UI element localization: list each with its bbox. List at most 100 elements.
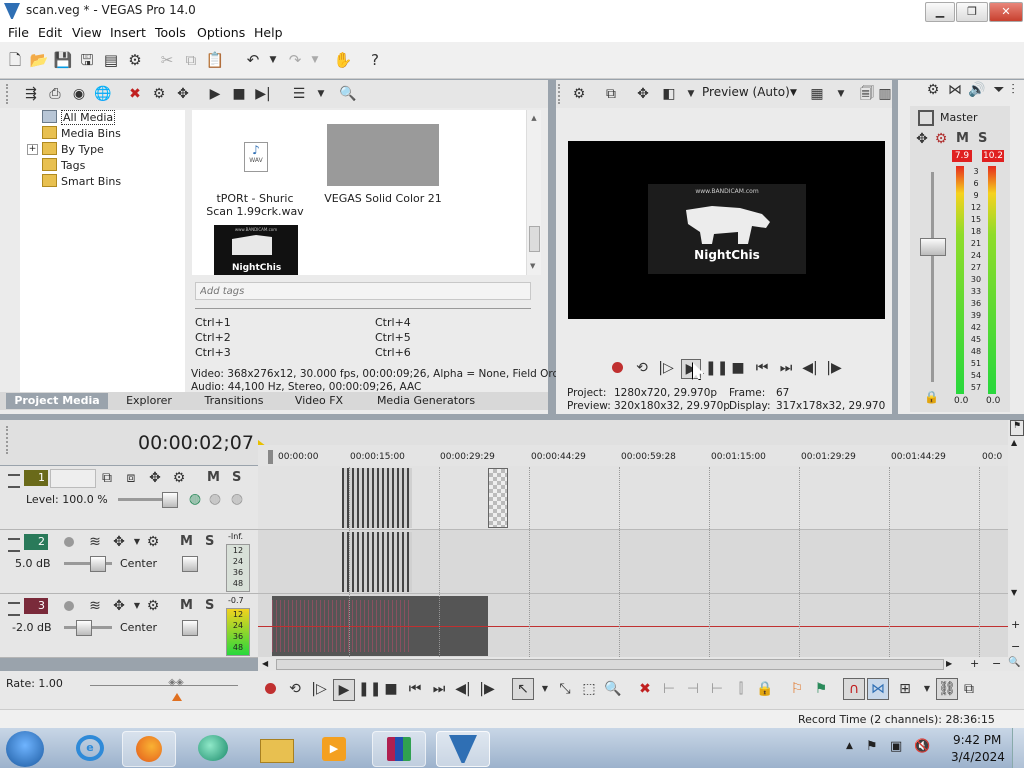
media-scrollbar[interactable]: ▲ ▼ bbox=[526, 110, 541, 275]
overlays-grid-icon[interactable]: ▦ bbox=[808, 85, 826, 103]
edit-tool-dropdown-icon[interactable]: ▼ bbox=[536, 680, 554, 698]
video-fx-icon[interactable]: ✥ bbox=[634, 85, 652, 103]
track-solo-button[interactable]: S bbox=[205, 598, 214, 613]
lock-icon[interactable]: 🔒 bbox=[924, 390, 939, 404]
search-icon[interactable]: 🔍 bbox=[339, 85, 357, 103]
panel-grip[interactable] bbox=[6, 84, 12, 104]
scroll-down-icon[interactable]: ▼ bbox=[1011, 588, 1017, 597]
hzoom-in-icon[interactable]: + bbox=[970, 657, 979, 670]
ripple-edit-icon[interactable]: ⊞ bbox=[896, 680, 914, 698]
close-button[interactable]: ✕ bbox=[989, 2, 1023, 22]
views-icon[interactable]: ☰ bbox=[290, 85, 308, 103]
zoom-tool-icon[interactable]: 🔍 bbox=[604, 680, 622, 698]
level-slider-handle[interactable] bbox=[162, 492, 178, 508]
import-media-icon[interactable]: ⇶ bbox=[22, 85, 40, 103]
start-button[interactable] bbox=[6, 731, 44, 767]
panel-grip[interactable] bbox=[6, 426, 12, 454]
solid-color-clip[interactable] bbox=[488, 468, 508, 528]
capture-video-icon[interactable]: ⎙ bbox=[46, 85, 64, 103]
arm-record-icon[interactable] bbox=[64, 537, 74, 547]
track-gear-icon[interactable]: ⚙ bbox=[144, 533, 162, 551]
downmix-icon[interactable]: ⋈ bbox=[946, 81, 964, 99]
file-explorer-icon[interactable] bbox=[250, 731, 302, 765]
pause-icon[interactable]: ❚❚ bbox=[358, 680, 381, 698]
menu-help[interactable]: Help bbox=[254, 25, 283, 40]
stop-icon[interactable]: ■ bbox=[230, 85, 248, 103]
open-icon[interactable]: 📂 bbox=[29, 50, 49, 70]
snapping-magnet-icon[interactable]: ∩ bbox=[843, 678, 865, 700]
next-frame-icon[interactable]: |▶ bbox=[825, 359, 843, 377]
ripple-dropdown-icon[interactable]: ▼ bbox=[918, 680, 936, 698]
chat-app-icon[interactable] bbox=[186, 731, 238, 765]
track-name-field[interactable] bbox=[50, 469, 96, 488]
menu-edit[interactable]: Edit bbox=[38, 25, 62, 40]
loop-icon[interactable]: ⟲ bbox=[286, 680, 304, 698]
vegas-pro-taskbar-icon[interactable] bbox=[436, 731, 490, 767]
play-icon[interactable]: ▶ bbox=[333, 679, 355, 701]
track-fx-icon[interactable]: ✥ bbox=[146, 469, 164, 487]
master-fader-handle[interactable] bbox=[920, 238, 946, 256]
track-motion-icon[interactable]: ⧉ bbox=[98, 469, 116, 487]
pan-slider-handle[interactable] bbox=[182, 620, 198, 636]
lock-envelopes-icon[interactable]: ⛓ bbox=[936, 678, 958, 700]
composite-mode-icon[interactable]: ◍ bbox=[186, 490, 204, 508]
cursor-marker[interactable] bbox=[268, 450, 273, 464]
minimize-button[interactable]: ▁ bbox=[925, 2, 955, 22]
tab-project-media[interactable]: Project Media bbox=[6, 393, 108, 409]
track-fx-icon[interactable]: ✥ bbox=[110, 597, 128, 615]
tree-expand-icon[interactable]: + bbox=[27, 144, 38, 155]
video-clip[interactable] bbox=[342, 468, 412, 528]
copy-snapshot-icon[interactable]: 🗐 bbox=[858, 85, 876, 103]
tag-shortcut[interactable]: Ctrl+1 bbox=[195, 316, 231, 329]
media-item-wav[interactable]: ♪ WAV tPORt - Shuric Scan 1.99crk.wav bbox=[202, 138, 308, 218]
copy-icon[interactable]: ⧉ bbox=[181, 50, 201, 70]
selection-tool-icon[interactable]: ⬚ bbox=[580, 680, 598, 698]
go-to-end-icon[interactable]: ⏭ bbox=[430, 680, 448, 698]
auto-preview-icon[interactable]: ▶| bbox=[254, 85, 272, 103]
media-item-video-thumbnail[interactable]: www.BANDICAM.com NightChis bbox=[192, 218, 320, 275]
cut-icon[interactable]: ✂ bbox=[157, 50, 177, 70]
next-frame-icon[interactable]: |▶ bbox=[478, 680, 496, 698]
master-fx-icon[interactable]: ✥ bbox=[913, 130, 931, 148]
save-icon[interactable]: 💾 bbox=[53, 50, 73, 70]
track-grip[interactable] bbox=[8, 538, 20, 552]
redo-icon[interactable]: ↷ bbox=[285, 50, 305, 70]
hzoom-out-icon[interactable]: − bbox=[992, 657, 1001, 670]
tag-shortcut[interactable]: Ctrl+5 bbox=[375, 331, 411, 344]
master-mute-button[interactable]: M bbox=[956, 131, 969, 146]
enable-snapping-icon[interactable]: ✋ bbox=[333, 50, 353, 70]
external-monitor-icon[interactable]: ⧉ bbox=[602, 85, 620, 103]
trim-start-icon[interactable]: ⊣ bbox=[684, 680, 702, 698]
lock-icon[interactable]: 🔒 bbox=[756, 680, 774, 698]
trim-icon[interactable]: ⊢ bbox=[660, 680, 678, 698]
new-icon[interactable]: 🗋 bbox=[5, 50, 25, 70]
record-icon[interactable] bbox=[265, 683, 276, 694]
loop-icon[interactable]: ⟲ bbox=[633, 359, 651, 377]
stop-icon[interactable]: ■ bbox=[729, 359, 747, 377]
zoom-out-icon[interactable]: − bbox=[1011, 640, 1020, 653]
track-area-video-1[interactable] bbox=[258, 466, 1008, 530]
tab-media-generators[interactable]: Media Generators bbox=[362, 393, 490, 409]
parent-composite-icon[interactable]: ◍ bbox=[206, 490, 224, 508]
ignore-grouping-icon[interactable]: ⧉ bbox=[960, 680, 978, 698]
menu-options[interactable]: Options bbox=[197, 25, 245, 40]
track-invert-icon[interactable]: ≋ bbox=[86, 533, 104, 551]
redo-dropdown-icon[interactable]: ▼ bbox=[305, 50, 325, 70]
pause-icon[interactable]: ❚❚ bbox=[705, 359, 728, 377]
audio-clip[interactable] bbox=[342, 532, 412, 592]
menu-file[interactable]: File bbox=[8, 25, 29, 40]
undo-icon[interactable]: ↶ bbox=[243, 50, 263, 70]
show-desktop-button[interactable] bbox=[1012, 728, 1024, 768]
render-icon[interactable]: ▤ bbox=[101, 50, 121, 70]
track-mute-button[interactable]: M bbox=[207, 470, 220, 485]
tag-shortcut[interactable]: Ctrl+6 bbox=[375, 346, 411, 359]
media-player-icon[interactable]: ▶ bbox=[308, 731, 360, 765]
tag-shortcut[interactable]: Ctrl+4 bbox=[375, 316, 411, 329]
track-mute-button[interactable]: M bbox=[180, 534, 193, 549]
split-icon[interactable]: ⫿ bbox=[732, 680, 750, 698]
zoom-tool-icon[interactable]: 🔍 bbox=[1008, 657, 1020, 668]
menu-insert[interactable]: Insert bbox=[110, 25, 146, 40]
tab-transitions[interactable]: Transitions bbox=[192, 393, 276, 409]
marker-flag-icon[interactable]: ⚑ bbox=[1010, 420, 1024, 436]
mixer-icon[interactable]: ⫶ bbox=[1004, 81, 1022, 99]
